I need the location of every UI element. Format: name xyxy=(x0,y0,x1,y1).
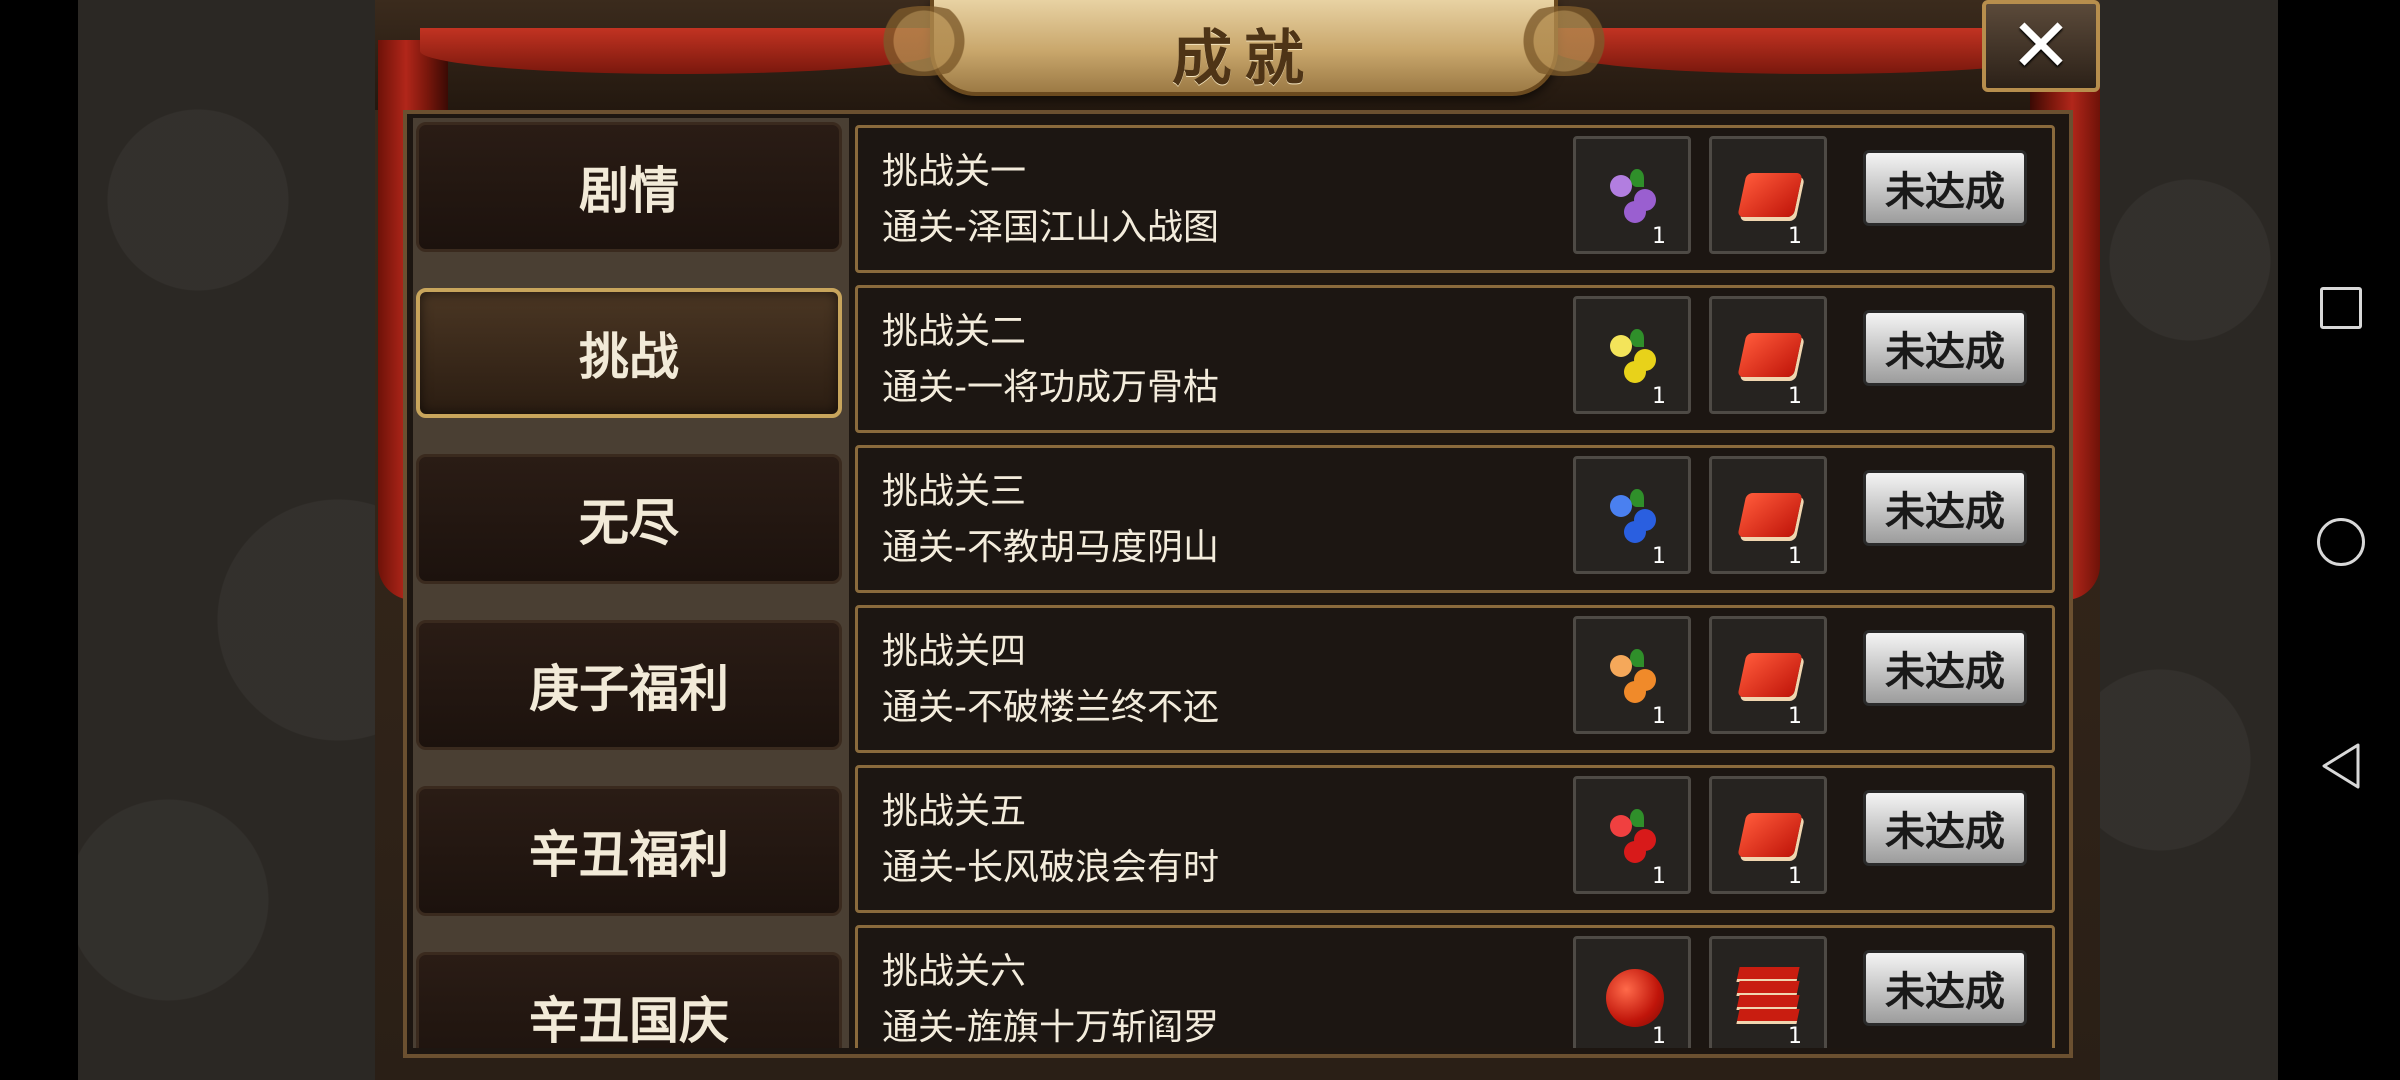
achievement-name: 挑战关一 xyxy=(882,151,1027,192)
status-button[interactable]: 未达成 xyxy=(1863,150,2027,226)
achievement-row: 挑战关五 通关-长风破浪会有时 1 1 未达成 xyxy=(855,765,2055,913)
reward-count: 1 xyxy=(1788,704,1802,729)
category-tab-gengzi-welfare[interactable]: 庚子福利 xyxy=(416,620,842,750)
left-black-bar xyxy=(0,0,78,1080)
blue-fruit-icon xyxy=(1610,489,1660,543)
achievement-name: 挑战关五 xyxy=(882,791,1027,832)
achievement-row: 挑战关四 通关-不破楼兰终不还 1 1 未达成 xyxy=(855,605,2055,753)
close-icon: ✕ xyxy=(2009,3,2072,89)
reward-count: 1 xyxy=(1652,1024,1666,1048)
reward-slot[interactable]: 1 xyxy=(1709,296,1827,414)
background-pattern-left xyxy=(78,0,375,1080)
category-tab-xinchou-welfare[interactable]: 辛丑福利 xyxy=(416,786,842,916)
title-plate: 成就 xyxy=(864,0,1624,96)
reward-count: 1 xyxy=(1652,864,1666,889)
reward-count: 1 xyxy=(1652,224,1666,249)
reward-count: 1 xyxy=(1788,1024,1802,1048)
category-tab-endless[interactable]: 无尽 xyxy=(416,454,842,584)
category-label: 剧情 xyxy=(579,162,679,220)
reward-count: 1 xyxy=(1652,704,1666,729)
reward-slot[interactable]: 1 xyxy=(1573,456,1691,574)
achievement-desc: 通关-长风破浪会有时 xyxy=(882,847,1219,888)
achievement-row: 挑战关二 通关-一将功成万骨枯 1 1 未达成 xyxy=(855,285,2055,433)
category-label: 无尽 xyxy=(579,494,679,552)
panel-title: 成就 xyxy=(1172,24,1316,94)
status-label: 未达成 xyxy=(1885,969,2005,1015)
category-sidebar[interactable]: 剧情 挑战 无尽 庚子福利 辛丑福利 辛丑国庆 xyxy=(413,118,849,1048)
category-label: 辛丑福利 xyxy=(529,826,729,884)
recent-apps-icon[interactable] xyxy=(2320,287,2362,329)
status-label: 未达成 xyxy=(1885,169,2005,215)
achievement-desc: 通关-泽国江山入战图 xyxy=(882,207,1219,248)
achievement-name: 挑战关三 xyxy=(882,471,1027,512)
status-button[interactable]: 未达成 xyxy=(1863,950,2027,1026)
book-stack-icon xyxy=(1736,967,1800,1027)
reward-slot[interactable]: 1 xyxy=(1573,936,1691,1048)
close-button[interactable]: ✕ xyxy=(1982,0,2100,92)
home-icon[interactable] xyxy=(2317,518,2365,566)
reward-count: 1 xyxy=(1652,544,1666,569)
red-fruit-icon xyxy=(1610,809,1660,863)
achievement-desc: 通关-不教胡马度阴山 xyxy=(882,527,1219,568)
status-label: 未达成 xyxy=(1885,489,2005,535)
red-pouch-icon xyxy=(1606,969,1664,1027)
category-tab-challenge[interactable]: 挑战 xyxy=(416,288,842,418)
category-tab-xinchou-national-day[interactable]: 辛丑国庆 xyxy=(416,952,842,1048)
red-book-icon xyxy=(1737,493,1803,537)
status-label: 未达成 xyxy=(1885,809,2005,855)
reward-slot[interactable]: 1 xyxy=(1709,616,1827,734)
achievement-row: 挑战关六 通关-旌旗十万斩阎罗 1 1 未达成 xyxy=(855,925,2055,1048)
achievement-desc: 通关-不破楼兰终不还 xyxy=(882,687,1219,728)
reward-count: 1 xyxy=(1788,384,1802,409)
reward-slot[interactable]: 1 xyxy=(1709,456,1827,574)
reward-slot[interactable]: 1 xyxy=(1709,936,1827,1048)
yellow-fruit-icon xyxy=(1610,329,1660,383)
achievement-name: 挑战关六 xyxy=(882,951,1027,992)
status-label: 未达成 xyxy=(1885,329,2005,375)
drape-left xyxy=(420,28,940,74)
status-button[interactable]: 未达成 xyxy=(1863,470,2027,546)
reward-slot[interactable]: 1 xyxy=(1573,296,1691,414)
category-label: 辛丑国庆 xyxy=(529,992,729,1048)
background-pattern-right xyxy=(2100,0,2280,1080)
achievement-list[interactable]: 挑战关一 通关-泽国江山入战图 1 1 未达成 挑战关二 通关-一将功成万骨枯 … xyxy=(850,118,2060,1048)
status-button[interactable]: 未达成 xyxy=(1863,630,2027,706)
reward-count: 1 xyxy=(1788,864,1802,889)
purple-fruit-icon xyxy=(1610,169,1660,223)
orange-fruit-icon xyxy=(1610,649,1660,703)
achievement-row: 挑战关三 通关-不教胡马度阴山 1 1 未达成 xyxy=(855,445,2055,593)
back-icon[interactable] xyxy=(2320,742,2362,789)
red-book-icon xyxy=(1737,653,1803,697)
reward-slot[interactable]: 1 xyxy=(1709,136,1827,254)
red-book-icon xyxy=(1737,173,1803,217)
achievement-name: 挑战关二 xyxy=(882,311,1027,352)
reward-count: 1 xyxy=(1788,544,1802,569)
category-label: 挑战 xyxy=(579,328,679,386)
achievement-name: 挑战关四 xyxy=(882,631,1027,672)
status-label: 未达成 xyxy=(1885,649,2005,695)
red-book-icon xyxy=(1737,333,1803,377)
achievement-desc: 通关-旌旗十万斩阎罗 xyxy=(882,1007,1219,1048)
reward-count: 1 xyxy=(1788,224,1802,249)
reward-count: 1 xyxy=(1652,384,1666,409)
reward-slot[interactable]: 1 xyxy=(1573,776,1691,894)
status-button[interactable]: 未达成 xyxy=(1863,790,2027,866)
achievement-row: 挑战关一 通关-泽国江山入战图 1 1 未达成 xyxy=(855,125,2055,273)
achievement-desc: 通关-一将功成万骨枯 xyxy=(882,367,1219,408)
category-tab-story[interactable]: 剧情 xyxy=(416,122,842,252)
category-label: 庚子福利 xyxy=(529,660,729,718)
status-button[interactable]: 未达成 xyxy=(1863,310,2027,386)
red-book-icon xyxy=(1737,813,1803,857)
reward-slot[interactable]: 1 xyxy=(1573,616,1691,734)
reward-slot[interactable]: 1 xyxy=(1573,136,1691,254)
reward-slot[interactable]: 1 xyxy=(1709,776,1827,894)
